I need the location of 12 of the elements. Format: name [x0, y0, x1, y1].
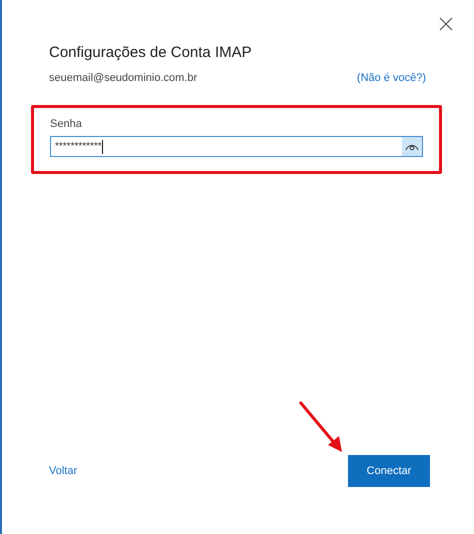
password-label: Senha: [50, 116, 83, 132]
connect-button[interactable]: Conectar: [348, 455, 430, 487]
dialog-title: Configurações de Conta IMAP: [49, 43, 253, 63]
not-you-link[interactable]: (Não é você?): [356, 70, 426, 86]
text-caret: [102, 140, 103, 154]
show-password-button[interactable]: [402, 137, 422, 156]
close-icon: [439, 17, 453, 31]
back-link[interactable]: Voltar: [49, 462, 78, 480]
eye-icon: [405, 142, 419, 151]
password-value: ************: [55, 142, 102, 152]
password-field[interactable]: ************: [50, 136, 423, 157]
account-email: seuemail@seudominio.com.br: [49, 71, 198, 86]
